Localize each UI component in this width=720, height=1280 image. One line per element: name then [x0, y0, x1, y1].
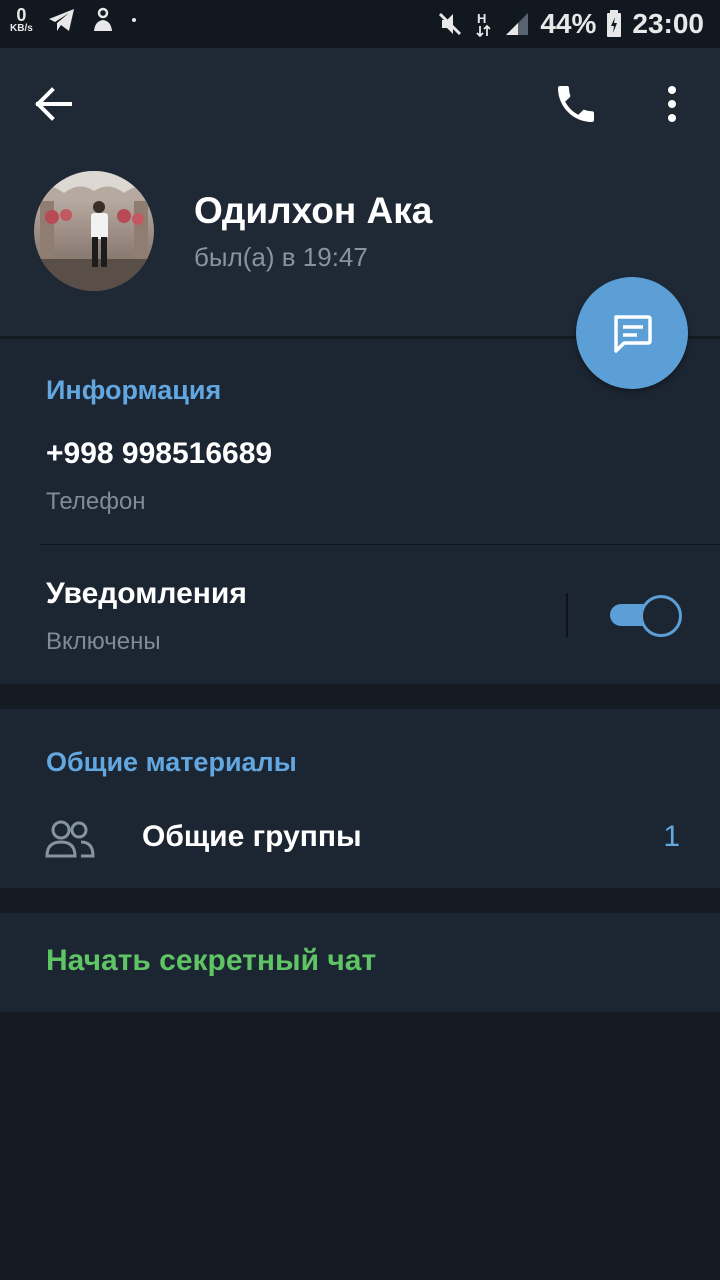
notifications-toggle[interactable]	[610, 595, 682, 637]
profile-name: Одилхон Ака	[194, 190, 433, 231]
send-message-button[interactable]	[576, 277, 688, 389]
info-section-title: Информация	[46, 375, 222, 405]
notifications-separator	[566, 593, 568, 637]
dot-icon	[131, 18, 136, 22]
battery-percent: 44%	[540, 8, 597, 39]
signal-bars-icon	[506, 13, 529, 35]
toggle-thumb	[640, 595, 682, 637]
touch-icon	[93, 7, 112, 31]
h-signal-icon: H	[476, 11, 491, 38]
telegram-icon	[48, 9, 74, 31]
status-bar: 0 KB/s H 44% 23:00	[0, 0, 720, 48]
phone-icon	[558, 86, 594, 122]
shared-media-section: Общие материалы	[0, 709, 720, 888]
notifications-label[interactable]: Уведомления	[46, 577, 247, 611]
clock: 23:00	[632, 8, 704, 39]
call-button[interactable]	[552, 80, 600, 128]
more-vertical-icon	[668, 86, 676, 122]
avatar-photo	[34, 171, 154, 291]
avatar[interactable]	[34, 171, 154, 291]
common-groups-item[interactable]: Общие группы	[142, 820, 362, 854]
start-secret-chat-button[interactable]: Начать секретный чат	[46, 944, 376, 978]
network-speed-unit: KB/s	[10, 23, 33, 34]
phone-number[interactable]: +998 998516689	[46, 437, 272, 471]
phone-label: Телефон	[46, 488, 146, 515]
status-bar-right: H 44% 23:00	[436, 8, 704, 40]
info-divider	[40, 544, 720, 545]
notifications-status: Включены	[46, 628, 161, 655]
back-button[interactable]	[30, 84, 80, 124]
more-options-button[interactable]	[656, 82, 688, 126]
network-speed-value: 0	[16, 5, 27, 25]
common-groups-count: 1	[663, 820, 680, 853]
network-speed: 0 KB/s	[10, 6, 33, 34]
status-bar-left: 0 KB/s	[10, 6, 139, 34]
last-seen-status: был(а) в 19:47	[194, 242, 368, 272]
message-icon	[614, 315, 652, 353]
info-section: Информация +998 998516689 Телефон Уведом…	[0, 339, 720, 684]
mute-icon	[439, 12, 462, 36]
battery-charging-icon	[607, 10, 622, 37]
shared-media-title: Общие материалы	[46, 747, 297, 777]
arrow-left-icon	[35, 87, 72, 121]
svg-text:H: H	[477, 11, 486, 26]
people-icon	[44, 818, 96, 862]
